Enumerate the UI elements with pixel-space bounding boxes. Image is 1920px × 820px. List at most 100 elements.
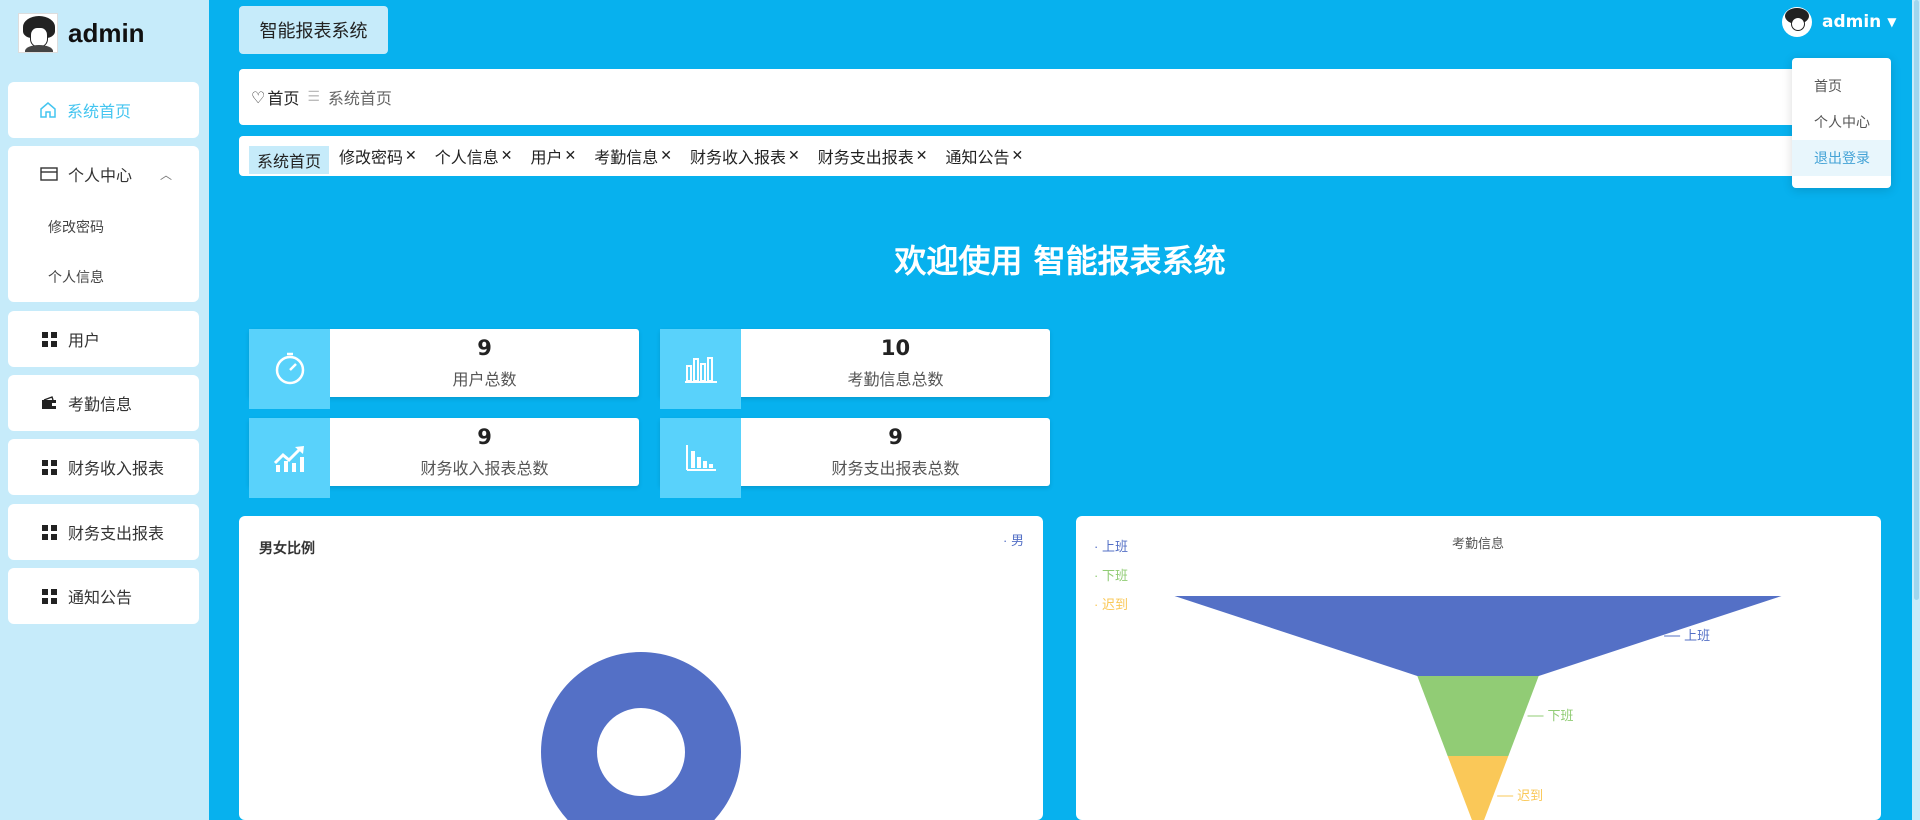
sidebar-item-label: 个人中心 — [68, 166, 133, 185]
tab-change-password[interactable]: 修改密码 ✕ — [331, 141, 425, 171]
tab-attendance[interactable]: 考勤信息 ✕ — [586, 141, 680, 171]
sidebar: admin 系统首页 个人中心 ︿ 修改密码 个人信息 用户 考勤信息 财务收入… — [0, 0, 209, 820]
stat-label: 用户总数 — [452, 370, 517, 389]
grid-icon — [40, 523, 58, 541]
tab-expense-report[interactable]: 财务支出报表 ✕ — [810, 141, 936, 171]
stat-card-expense: 9 财务支出报表总数 — [660, 418, 1050, 498]
timer-icon — [249, 329, 330, 409]
heart-icon: ♡ — [251, 87, 266, 107]
wallet-icon — [40, 394, 58, 412]
stat-card-users: 9 用户总数 — [249, 329, 639, 409]
menu-item-personal-center[interactable]: 个人中心 — [1792, 104, 1891, 140]
tab-home[interactable]: 系统首页 — [249, 146, 330, 174]
sidebar-item-personal-info[interactable]: 个人信息 — [8, 252, 199, 302]
tab-income-report[interactable]: 财务收入报表 ✕ — [682, 141, 808, 171]
gender-chart-panel: 男女比例 · 男 — [239, 516, 1043, 820]
funnel-label: 迟到 — [1517, 788, 1543, 803]
sidebar-item-income-report[interactable]: 财务收入报表 — [8, 439, 199, 495]
sidebar-item-label: 考勤信息 — [68, 395, 133, 414]
close-icon[interactable]: ✕ — [565, 148, 577, 164]
close-icon[interactable]: ✕ — [501, 148, 513, 164]
stat-card-income: 9 财务收入报表总数 — [249, 418, 639, 498]
stat-label: 考勤信息总数 — [847, 370, 944, 389]
user-name: admin — [1822, 12, 1882, 32]
attendance-funnel-chart: 考勤信息 · 上班 · 下班 · 迟到上班下班迟到 — [1094, 536, 1782, 820]
brand-title: admin — [68, 17, 145, 48]
tab-label: 考勤信息 — [594, 148, 659, 167]
close-icon[interactable]: ✕ — [788, 148, 800, 164]
breadcrumb-separator-icon: ☰ — [307, 89, 320, 105]
user-menu-trigger[interactable]: admin ▼ — [1782, 6, 1897, 38]
pie-slice — [541, 652, 741, 820]
histogram-icon — [660, 418, 741, 498]
system-button[interactable]: 智能报表系统 — [239, 6, 388, 54]
tab-bar: 系统首页 修改密码 ✕ 个人信息 ✕ 用户 ✕ 考勤信息 ✕ 财务收入报表 ✕ 财务支出报… — [239, 136, 1881, 176]
breadcrumb-current: 系统首页 — [327, 89, 392, 108]
close-icon[interactable]: ✕ — [916, 148, 928, 164]
tab-label: 用户 — [530, 148, 563, 167]
caret-down-icon: ▼ — [1887, 15, 1897, 29]
legend-item: · 上班 — [1094, 539, 1128, 554]
tab-label: 系统首页 — [257, 152, 322, 171]
tab-label: 财务支出报表 — [817, 148, 914, 167]
stat-value: 10 — [880, 336, 911, 360]
grid-icon — [40, 458, 58, 476]
sidebar-item-home[interactable]: 系统首页 — [8, 82, 199, 138]
grid-icon — [40, 587, 58, 605]
close-icon[interactable]: ✕ — [405, 148, 417, 164]
sidebar-group-personal: 个人中心 ︿ 修改密码 个人信息 — [8, 146, 199, 302]
gender-pie-chart: · 男 — [541, 533, 1024, 820]
close-icon[interactable]: ✕ — [1012, 148, 1024, 164]
stat-value: 9 — [477, 425, 492, 449]
chart-title: 考勤信息 — [1452, 536, 1504, 551]
scrollbar-thumb[interactable] — [1914, 0, 1919, 600]
trend-up-icon — [249, 418, 330, 498]
home-icon — [39, 101, 57, 119]
sidebar-item-notice[interactable]: 通知公告 — [8, 568, 199, 624]
stat-value: 9 — [477, 336, 492, 360]
bar-chart-icon — [660, 329, 741, 409]
stat-label: 财务支出报表总数 — [831, 459, 960, 478]
sidebar-item-personal[interactable]: 个人中心 ︿ — [8, 146, 199, 202]
funnel-label: 下班 — [1548, 708, 1574, 723]
user-dropdown-menu: 首页 个人中心 退出登录 — [1792, 58, 1891, 188]
legend-item: · 男 — [1003, 533, 1024, 548]
stat-value: 9 — [888, 425, 903, 449]
funnel-segment — [1417, 676, 1539, 756]
stat-label: 财务收入报表总数 — [420, 459, 549, 478]
sidebar-item-label: 通知公告 — [68, 588, 133, 607]
sidebar-item-change-password[interactable]: 修改密码 — [8, 202, 199, 252]
tab-label: 修改密码 — [339, 148, 404, 167]
chevron-up-icon: ︿ — [160, 167, 173, 182]
menu-item-logout[interactable]: 退出登录 — [1792, 140, 1891, 176]
legend-item: · 下班 — [1094, 568, 1128, 583]
funnel-segment — [1447, 756, 1509, 820]
sidebar-item-expense-report[interactable]: 财务支出报表 — [8, 504, 199, 560]
close-icon[interactable]: ✕ — [660, 148, 672, 164]
tab-notice[interactable]: 通知公告 ✕ — [938, 141, 1032, 171]
legend-item: · 迟到 — [1094, 597, 1128, 612]
brand: admin — [18, 12, 145, 54]
stat-card-attendance: 10 考勤信息总数 — [660, 329, 1050, 409]
avatar — [1782, 7, 1812, 37]
card-icon — [40, 165, 58, 183]
tab-label: 通知公告 — [945, 148, 1010, 167]
sidebar-item-users[interactable]: 用户 — [8, 311, 199, 367]
menu-item-home[interactable]: 首页 — [1792, 68, 1891, 104]
tab-personal-info[interactable]: 个人信息 ✕ — [427, 141, 521, 171]
welcome-title: 欢迎使用 智能报表系统 — [894, 242, 1226, 280]
breadcrumb: ♡ 首页 ☰ 系统首页 — [239, 69, 1881, 125]
tab-label: 个人信息 — [434, 148, 499, 167]
sidebar-item-label: 财务收入报表 — [68, 459, 165, 478]
funnel-label: 上班 — [1684, 628, 1710, 643]
sidebar-item-attendance[interactable]: 考勤信息 — [8, 375, 199, 431]
tab-label: 财务收入报表 — [690, 148, 787, 167]
grid-icon — [40, 330, 58, 348]
sidebar-item-label: 财务支出报表 — [68, 524, 165, 543]
tab-users[interactable]: 用户 ✕ — [523, 141, 585, 171]
sidebar-item-label: 系统首页 — [67, 102, 132, 121]
sidebar-item-label: 用户 — [68, 331, 101, 350]
avatar — [18, 13, 58, 53]
breadcrumb-home[interactable]: 首页 — [267, 85, 299, 109]
attendance-chart-panel: 考勤信息 · 上班 · 下班 · 迟到上班下班迟到 — [1076, 516, 1881, 820]
